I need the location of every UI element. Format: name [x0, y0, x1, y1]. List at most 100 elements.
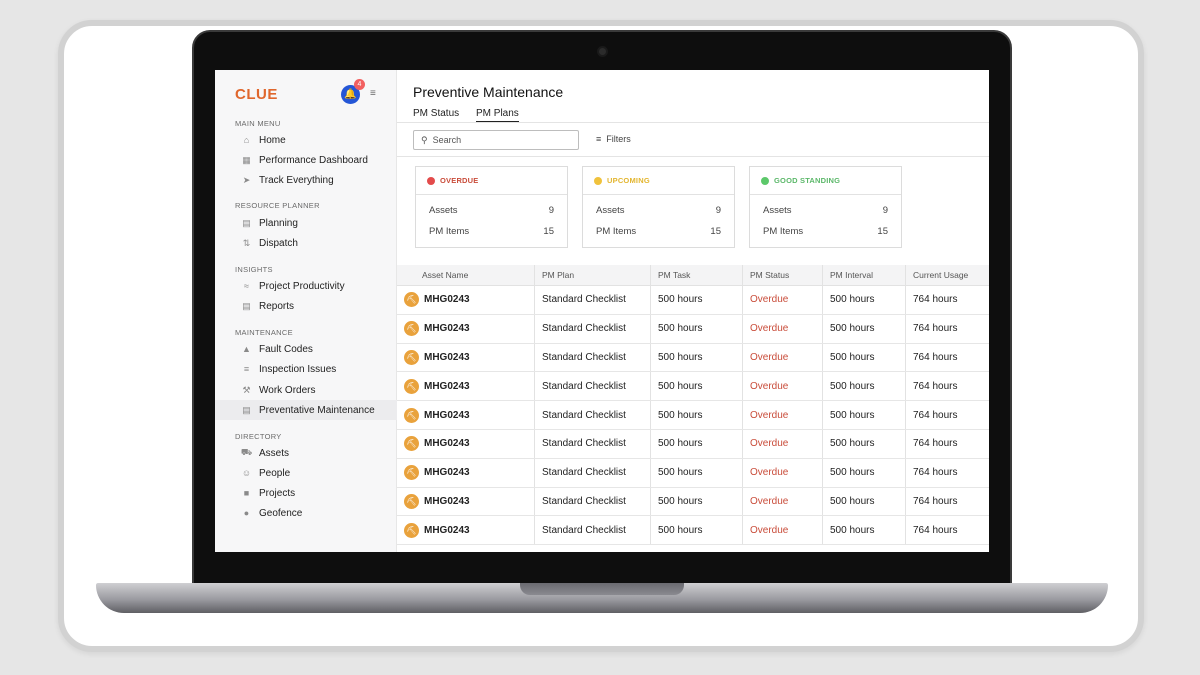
- cell-pm-plan: Standard Checklist: [534, 429, 650, 458]
- cell-asset-name: ⛏ MHG0243: [397, 378, 534, 394]
- sidebar-item-inspection-issues[interactable]: ≡ Inspection Issues: [235, 359, 397, 379]
- asset-name[interactable]: MHG0243: [424, 467, 470, 478]
- column-header-pm-interval[interactable]: PM Interval: [822, 265, 905, 285]
- notification-badge: 4: [354, 79, 365, 90]
- cell-pm-plan: Standard Checklist: [534, 286, 650, 314]
- cell-asset-name: ⛏ MHG0243: [397, 292, 534, 308]
- asset-name[interactable]: MHG0243: [424, 352, 470, 363]
- cell-pm-interval: 500 hours: [822, 286, 905, 314]
- cell-pm-status: Overdue: [742, 401, 822, 429]
- table-body: ⛏ MHG0243 Standard Checklist 500 hours Overd…: [397, 286, 989, 546]
- stat-card-upcoming[interactable]: UPCOMING Assets 9 PM Items 15: [582, 166, 735, 248]
- stat-card-overdue[interactable]: OVERDUE Assets 9 PM Items 15: [415, 166, 568, 248]
- search-placeholder: Search: [432, 135, 462, 145]
- webcam-icon: [597, 46, 608, 57]
- cell-pm-status: Overdue: [742, 516, 822, 545]
- asset-name[interactable]: MHG0243: [424, 381, 470, 392]
- sidebar-item-label: People: [259, 467, 291, 479]
- cell-current-usage: 764 hours: [905, 372, 989, 401]
- asset-name[interactable]: MHG0243: [424, 438, 470, 449]
- sidebar-item-preventative-maintenance[interactable]: ▤ Preventative Maintenance: [215, 400, 397, 420]
- table-row[interactable]: ⛏ MHG0243 Standard Checklist 500 hours Overd…: [397, 429, 989, 459]
- table-row[interactable]: ⛏ MHG0243 Standard Checklist 500 hours Overd…: [397, 458, 989, 488]
- stat-card-header: OVERDUE: [416, 167, 567, 195]
- tab-pm-plans[interactable]: PM Plans: [476, 108, 519, 123]
- asset-name[interactable]: MHG0243: [424, 525, 470, 536]
- people-icon: ☺: [241, 468, 252, 478]
- folder-icon: ■: [243, 488, 250, 498]
- cell-asset-name: ⛏ MHG0243: [397, 493, 534, 509]
- cell-pm-status: Overdue: [742, 429, 822, 458]
- cell-pm-task: 500 hours: [650, 314, 742, 343]
- collapse-menu-icon[interactable]: ≡: [370, 88, 376, 99]
- cell-current-usage: 764 hours: [905, 314, 989, 343]
- section-maintenance: MAINTENANCE: [235, 328, 293, 337]
- asset-name[interactable]: MHG0243: [424, 294, 470, 305]
- sidebar-item-fault-codes[interactable]: ▲ Fault Codes: [235, 339, 397, 359]
- sidebar-item-work-orders[interactable]: ⚒ Work Orders: [235, 380, 397, 400]
- sidebar-item-reports[interactable]: ▤ Reports: [235, 296, 397, 316]
- sidebar-item-geofence[interactable]: ● Geofence: [235, 503, 397, 523]
- laptop-notch: [520, 583, 684, 595]
- stat-card-title: OVERDUE: [440, 176, 479, 185]
- excavator-icon: ⛏: [404, 349, 419, 365]
- table-row[interactable]: ⛏ MHG0243 Standard Checklist 500 hours Overd…: [397, 286, 989, 315]
- stat-row-pm-items: PM Items 15: [416, 226, 567, 237]
- home-icon: ⌂: [243, 135, 250, 145]
- sidebar-item-label: Project Productivity: [259, 280, 345, 292]
- tab-pm-status[interactable]: PM Status: [413, 108, 459, 121]
- cell-pm-plan: Standard Checklist: [534, 458, 650, 487]
- cell-pm-status: Overdue: [742, 286, 822, 314]
- excavator-icon: ⛏: [404, 407, 419, 423]
- section-resource-planner: RESOURCE PLANNER: [235, 201, 320, 210]
- table-row[interactable]: ⛏ MHG0243 Standard Checklist 500 hours Overd…: [397, 516, 989, 546]
- table-row[interactable]: ⛏ MHG0243 Standard Checklist 500 hours Overd…: [397, 314, 989, 344]
- column-header-current-usage[interactable]: Current Usage: [905, 265, 989, 285]
- excavator-icon: ⛏: [404, 436, 419, 452]
- cell-pm-interval: 500 hours: [822, 458, 905, 487]
- asset-name[interactable]: MHG0243: [424, 410, 470, 421]
- excavator-icon: ⛏: [404, 321, 419, 337]
- column-header-pm-status[interactable]: PM Status: [742, 265, 822, 285]
- search-icon: ⚲: [421, 134, 428, 145]
- table-row[interactable]: ⛏ MHG0243 Standard Checklist 500 hours Overd…: [397, 401, 989, 430]
- cell-pm-plan: Standard Checklist: [534, 314, 650, 343]
- asset-name[interactable]: MHG0243: [424, 496, 470, 507]
- sidebar-item-projects[interactable]: ■ Projects: [235, 483, 397, 503]
- table-row[interactable]: ⛏ MHG0243 Standard Checklist 500 hours Overd…: [397, 343, 989, 373]
- column-header-pm-plan[interactable]: PM Plan: [534, 265, 650, 285]
- cell-asset-name: ⛏ MHG0243: [397, 436, 534, 452]
- sidebar-item-track-everything[interactable]: ➤ Track Everything: [235, 170, 397, 190]
- filters-button[interactable]: ≡ Filters: [596, 134, 631, 144]
- stat-value: 15: [710, 226, 721, 237]
- cell-pm-task: 500 hours: [650, 429, 742, 458]
- sidebar-item-project-productivity[interactable]: ≈ Project Productivity: [235, 276, 397, 296]
- wrench-icon: ⚒: [242, 384, 251, 395]
- stat-card-good-standing[interactable]: GOOD STANDING Assets 9 PM Items 15: [749, 166, 902, 248]
- cell-pm-status: Overdue: [742, 314, 822, 343]
- sidebar-item-home[interactable]: ⌂ Home: [235, 130, 397, 150]
- table-row[interactable]: ⛏ MHG0243 Standard Checklist 500 hours Overd…: [397, 372, 989, 402]
- column-header-pm-task[interactable]: PM Task: [650, 265, 742, 285]
- cell-pm-task: 500 hours: [650, 458, 742, 487]
- cell-pm-interval: 500 hours: [822, 401, 905, 429]
- productivity-chart-icon: ≈: [244, 281, 249, 291]
- sidebar-item-planning[interactable]: ▤ Planning: [235, 213, 397, 233]
- cell-pm-task: 500 hours: [650, 372, 742, 401]
- cell-pm-interval: 500 hours: [822, 314, 905, 343]
- excavator-icon: ⛏: [404, 522, 419, 538]
- sidebar-item-label: Work Orders: [259, 384, 316, 396]
- table-row[interactable]: ⛏ MHG0243 Standard Checklist 500 hours Overd…: [397, 487, 989, 517]
- column-header-asset-name[interactable]: Asset Name: [397, 270, 534, 280]
- sidebar-item-people[interactable]: ☺ People: [235, 463, 397, 483]
- sidebar-item-performance-dashboard[interactable]: ▦ Performance Dashboard: [235, 150, 397, 170]
- sidebar-item-label: Planning: [259, 217, 298, 229]
- stat-value: 9: [882, 205, 888, 216]
- search-input[interactable]: ⚲ Search: [413, 130, 579, 150]
- truck-icon: ⛟: [240, 447, 253, 457]
- sidebar-item-assets[interactable]: ⛟ Assets: [235, 443, 397, 463]
- asset-name[interactable]: MHG0243: [424, 323, 470, 334]
- cell-pm-status: Overdue: [742, 487, 822, 516]
- sidebar-item-dispatch[interactable]: ⇅ Dispatch: [235, 233, 397, 253]
- sidebar-item-label: Assets: [259, 447, 290, 459]
